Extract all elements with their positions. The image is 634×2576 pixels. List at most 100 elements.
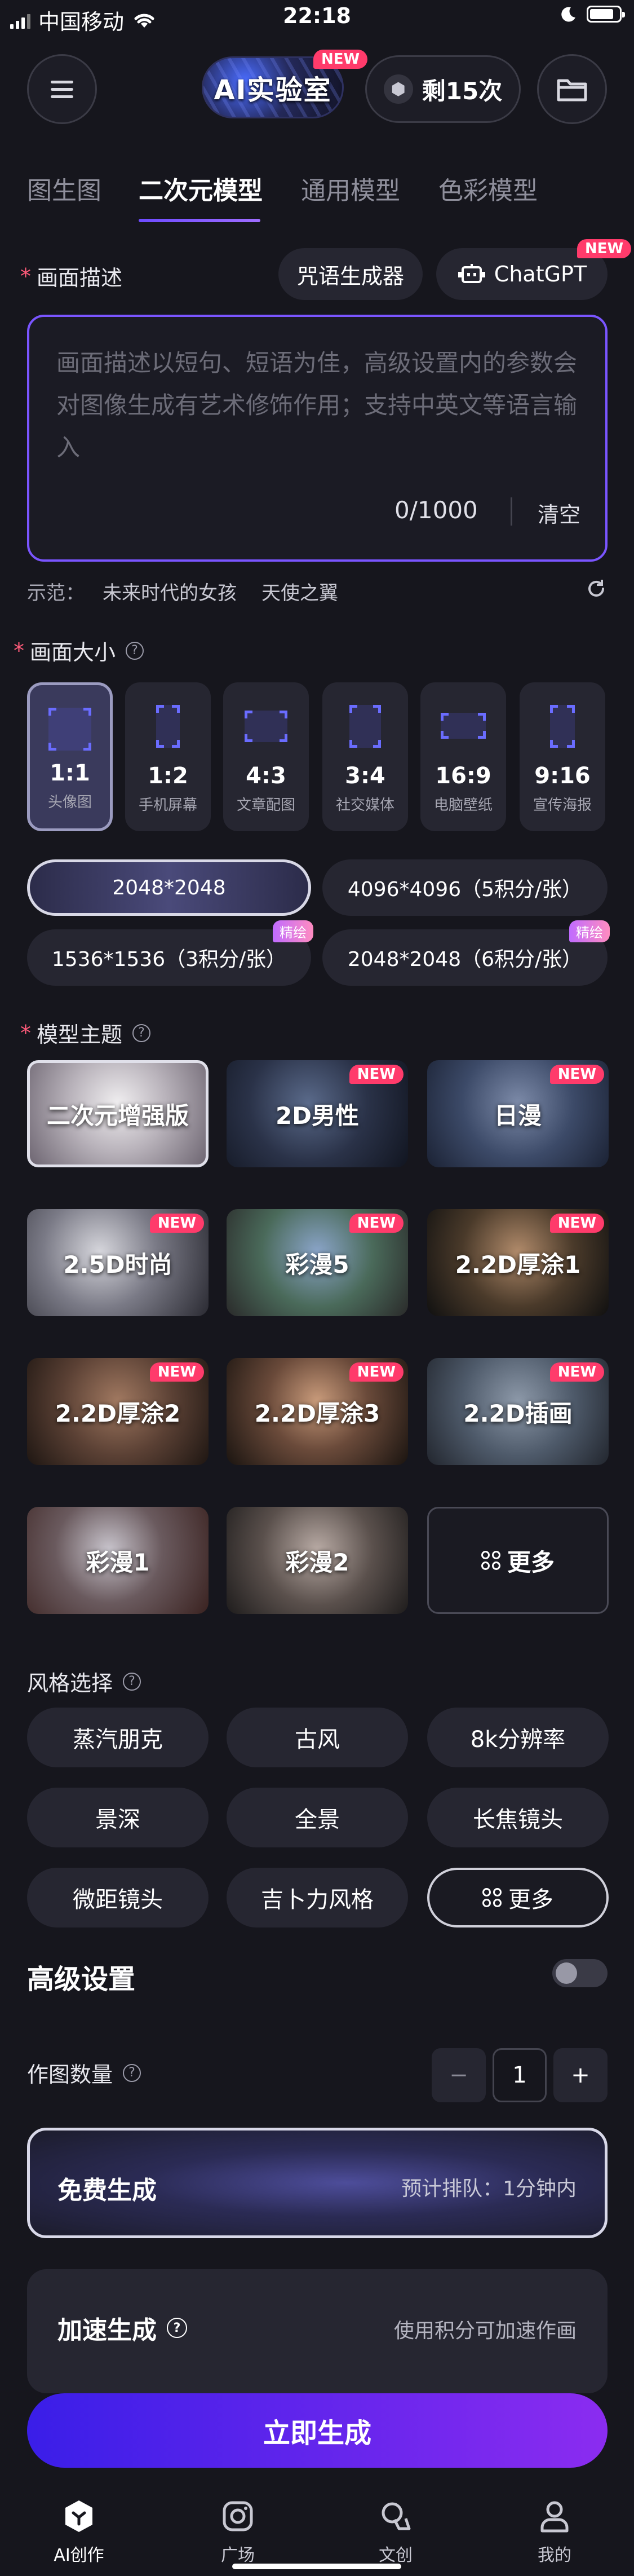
- moon-icon: [561, 7, 575, 22]
- free-generate-label: 免费生成: [57, 2176, 157, 2205]
- new-badge: NEW: [549, 1362, 604, 1382]
- model-card[interactable]: 二次元增强版: [27, 1060, 209, 1167]
- model-card[interactable]: 2D男性 NEW: [227, 1060, 408, 1167]
- new-badge: NEW: [549, 1065, 604, 1084]
- help-icon[interactable]: ?: [123, 1672, 141, 1691]
- resolution-1536-fine[interactable]: 1536*1536（3积分/张） 精绘: [27, 920, 313, 986]
- examples-label: 示范：: [27, 582, 85, 605]
- new-badge: NEW: [349, 1214, 404, 1233]
- counter-divider: [511, 497, 512, 526]
- accelerate-label: 加速生成?: [57, 2310, 187, 2346]
- help-icon[interactable]: ?: [132, 1024, 151, 1042]
- home-indicator: [232, 2564, 401, 2569]
- size-option-4-3[interactable]: 4:3 文章配图: [223, 682, 309, 831]
- cube-icon: [65, 2500, 92, 2532]
- style-chip[interactable]: 全景: [227, 1788, 408, 1847]
- fine-tag: 精绘: [273, 920, 313, 942]
- hexagon-icon: ⬢: [383, 74, 413, 104]
- style-chip[interactable]: 8k分辨率: [427, 1708, 609, 1767]
- new-badge: NEW: [149, 1214, 204, 1233]
- active-tab-underline: [139, 219, 260, 222]
- tab-general-model[interactable]: 通用模型: [301, 170, 400, 206]
- model-card[interactable]: 2.2D厚涂2 NEW: [27, 1358, 209, 1465]
- refresh-icon[interactable]: [585, 577, 608, 600]
- style-chip[interactable]: 古风: [227, 1708, 408, 1767]
- grid-icon: [481, 1551, 500, 1570]
- folder-button[interactable]: [537, 54, 607, 124]
- prompt-counter: 0/1000: [394, 496, 478, 524]
- menu-button[interactable]: [27, 54, 97, 124]
- ratio-frame-icon: [441, 713, 486, 739]
- ratio-frame-icon: [48, 708, 91, 751]
- style-chip[interactable]: 景深: [27, 1788, 209, 1847]
- status-time: 22:18: [283, 3, 351, 28]
- tab-image-to-image[interactable]: 图生图: [27, 170, 101, 206]
- model-card[interactable]: 2.2D插画 NEW: [427, 1358, 609, 1465]
- new-badge: NEW: [349, 1362, 404, 1382]
- model-card[interactable]: 2.5D时尚 NEW: [27, 1209, 209, 1316]
- spell-generator-button[interactable]: 咒语生成器: [278, 248, 423, 300]
- user-icon: [540, 2501, 569, 2533]
- size-option-16-9[interactable]: 16:9 电脑壁纸: [420, 682, 506, 831]
- status-bar: 中国移动 22:18: [0, 0, 634, 37]
- size-option-1-1[interactable]: 1:1 头像图: [27, 682, 113, 831]
- advanced-settings-toggle[interactable]: [552, 1959, 608, 1987]
- model-card[interactable]: 彩漫5 NEW: [227, 1209, 408, 1316]
- count-plus-button[interactable]: +: [553, 2048, 608, 2102]
- size-section-label: * 画面大小?: [14, 635, 144, 666]
- example-chip-1[interactable]: 未来时代的女孩: [103, 577, 237, 605]
- model-card[interactable]: 日漫 NEW: [427, 1060, 609, 1167]
- clear-button[interactable]: 清空: [538, 497, 580, 528]
- credits-button[interactable]: ⬢ 剩15次: [365, 55, 521, 123]
- grid-icon: [482, 1888, 502, 1907]
- chatgpt-label: ChatGPT: [494, 262, 587, 286]
- new-badge: NEW: [349, 1065, 404, 1084]
- robot-icon: [458, 264, 485, 283]
- prompt-placeholder: 画面描述以短句、短语为佳，高级设置内的参数会对图像生成有艺术修饰作用；支持中英文…: [56, 349, 578, 461]
- tabbar-cultural[interactable]: 文创: [351, 2498, 441, 2566]
- menu-icon: [51, 76, 73, 103]
- count-label: 作图数量?: [27, 2057, 141, 2088]
- size-option-9-16[interactable]: 9:16 宣传海报: [520, 682, 605, 831]
- ratio-frame-icon: [156, 705, 180, 748]
- count-value[interactable]: 1: [493, 2048, 547, 2102]
- count-minus-button[interactable]: −: [432, 2048, 486, 2102]
- model-card[interactable]: 2.2D厚涂3 NEW: [227, 1358, 408, 1465]
- model-more-button[interactable]: 更多: [427, 1507, 609, 1614]
- tabbar-plaza[interactable]: 广场: [193, 2498, 283, 2566]
- model-section-label: * 模型主题?: [20, 1017, 151, 1048]
- tabbar-ai-create[interactable]: AI创作: [34, 2498, 124, 2566]
- resolution-4096[interactable]: 4096*4096（5积分/张）: [322, 859, 608, 916]
- ratio-frame-icon: [245, 711, 287, 742]
- resolution-2048[interactable]: 2048*2048: [27, 859, 311, 916]
- chatgpt-new-badge: NEW: [577, 239, 632, 258]
- toggle-knob: [556, 1962, 577, 1984]
- battery-fill: [590, 9, 613, 19]
- prompt-section-label: * 画面描述: [20, 263, 123, 291]
- queue-estimate: 预计排队：1分钟内: [401, 2177, 577, 2200]
- style-chip[interactable]: 吉卜力风格: [227, 1868, 408, 1927]
- help-icon[interactable]: ?: [126, 641, 144, 660]
- style-chip[interactable]: 微距镜头: [27, 1868, 209, 1927]
- folder-icon: [557, 79, 587, 102]
- style-more-button[interactable]: 更多: [427, 1868, 609, 1927]
- size-option-3-4[interactable]: 3:4 社交媒体: [322, 682, 408, 831]
- help-icon[interactable]: ?: [167, 2318, 187, 2338]
- bag-icon: [382, 2502, 411, 2530]
- resolution-2048-fine[interactable]: 2048*2048（6积分/张） 精绘: [322, 920, 610, 986]
- model-card[interactable]: 彩漫1: [27, 1507, 209, 1614]
- model-card[interactable]: 2.2D厚涂1 NEW: [427, 1209, 609, 1316]
- tab-anime-model[interactable]: 二次元模型: [139, 170, 263, 206]
- example-chip-2[interactable]: 天使之翼: [261, 577, 338, 605]
- status-right: [560, 6, 625, 23]
- help-icon[interactable]: ?: [123, 2063, 141, 2082]
- size-option-1-2[interactable]: 1:2 手机屏幕: [125, 682, 211, 831]
- style-chip[interactable]: 蒸汽朋克: [27, 1708, 209, 1767]
- generate-now-button[interactable]: 立即生成: [27, 2393, 608, 2468]
- tab-color-model[interactable]: 色彩模型: [438, 170, 538, 206]
- style-chip[interactable]: 长焦镜头: [427, 1788, 609, 1847]
- ratio-frame-icon: [550, 705, 575, 748]
- model-card[interactable]: 彩漫2: [227, 1507, 408, 1614]
- tabbar-mine[interactable]: 我的: [509, 2498, 600, 2566]
- credits-label: 剩15次: [422, 77, 503, 105]
